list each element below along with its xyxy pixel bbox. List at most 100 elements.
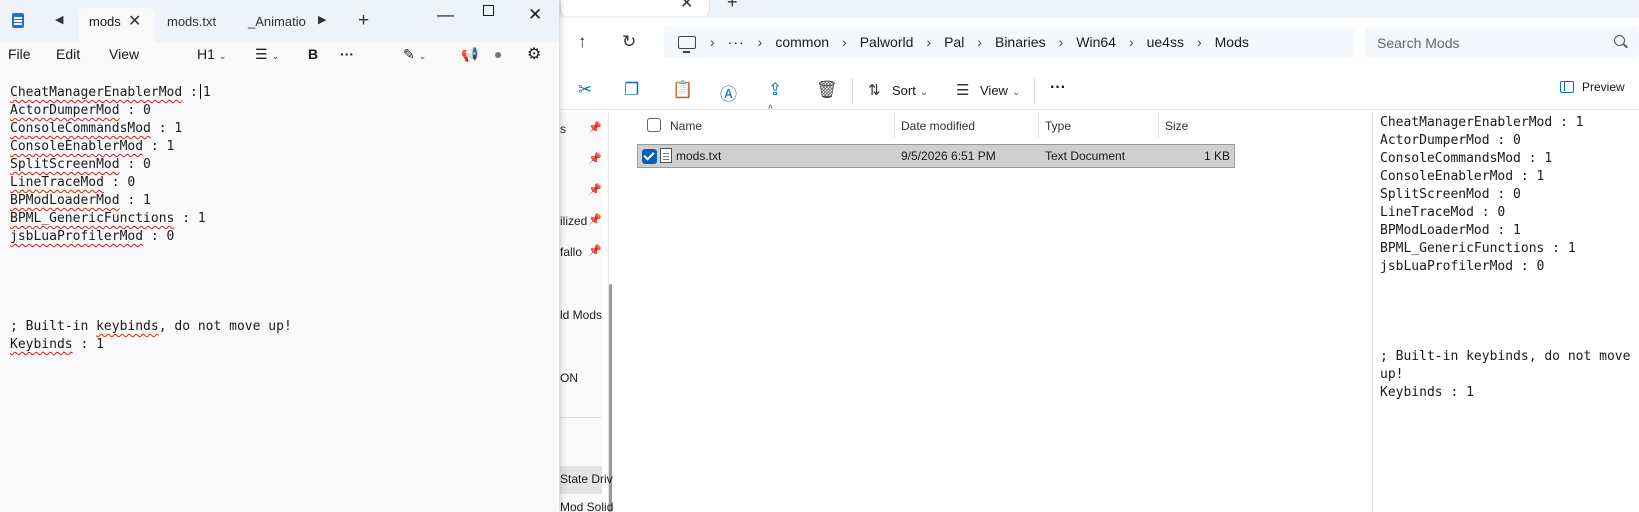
nav-item[interactable]: ld Mods xyxy=(560,308,602,322)
line-key: jsbLuaProfilerMod xyxy=(10,229,144,244)
file-size: 1 KB xyxy=(1203,149,1230,163)
pin-icon: 📌 xyxy=(588,184,602,196)
search-input[interactable]: Search Mods xyxy=(1365,26,1639,58)
chevron-down-icon: ⌄ xyxy=(919,87,929,98)
nav-item[interactable]: ON xyxy=(560,371,578,385)
select-all-checkbox[interactable] xyxy=(647,118,661,132)
preview-label: Preview xyxy=(1582,80,1625,94)
column-type[interactable]: Type xyxy=(1045,119,1071,133)
nav-item[interactable]: fallo xyxy=(560,245,582,259)
editor-line: Keybinds : 1 xyxy=(10,336,104,354)
maximize-button[interactable] xyxy=(483,5,494,16)
preview-content: CheatManagerEnablerMod : 1 ActorDumperMo… xyxy=(1380,115,1631,400)
tab-scroll-left-icon[interactable]: ◀ xyxy=(55,13,63,26)
breadcrumb-item-mods[interactable]: Mods xyxy=(1215,34,1249,50)
view-button[interactable]: View ⌄ xyxy=(980,83,1020,98)
new-tab-icon[interactable]: + xyxy=(358,10,369,32)
line-value: : 0 xyxy=(119,103,151,118)
explorer-new-tab-icon[interactable]: + xyxy=(727,0,738,13)
chevron-right-icon: › xyxy=(1058,34,1064,50)
tab-animation[interactable]: _Animation xyxy=(238,8,306,42)
chevron-right-icon: › xyxy=(757,34,763,50)
heading-dropdown[interactable]: H1 ⌄ xyxy=(197,46,226,62)
breadcrumb-item-palworld[interactable]: Palworld xyxy=(860,34,914,50)
explorer-tab-close-icon[interactable]: ✕ xyxy=(680,0,693,13)
breadcrumb-overflow[interactable]: ··· xyxy=(728,34,745,50)
breadcrumb-item-common[interactable]: common xyxy=(775,34,829,50)
column-date-modified[interactable]: Date modified xyxy=(901,119,975,133)
sort-icon[interactable]: ⇅ xyxy=(868,81,881,99)
tab-scroll-right-icon[interactable]: ▶ xyxy=(318,13,326,26)
chevron-right-icon: › xyxy=(1128,34,1134,50)
more-formatting-button[interactable]: ··· xyxy=(340,46,354,62)
account-icon[interactable]: ● xyxy=(494,46,502,62)
tab-mods-txt[interactable]: mods.txt xyxy=(157,8,237,42)
breadcrumb[interactable]: › ··· › common › Palworld › Pal › Binari… xyxy=(664,26,1354,58)
share-icon[interactable]: ⇪ xyxy=(768,80,782,100)
close-button[interactable]: ✕ xyxy=(528,5,542,25)
line-separator: : xyxy=(182,85,198,100)
nav-item[interactable]: State Driv xyxy=(560,472,613,486)
gear-icon[interactable]: ⚙ xyxy=(527,44,541,64)
more-options-button[interactable]: ··· xyxy=(1050,79,1066,97)
nav-item[interactable]: ilized xyxy=(560,214,587,228)
row-checkbox[interactable] xyxy=(642,149,657,164)
tab-close-icon[interactable]: ✕ xyxy=(128,11,141,31)
address-row: ↑ ↻ › ··· › common › Palworld › Pal › Bi… xyxy=(560,22,1639,62)
search-icon[interactable] xyxy=(1614,35,1625,46)
tab-mods[interactable]: mods xyxy=(79,8,155,42)
editor-line: ; Built-in keybinds, do not move up! xyxy=(10,318,292,336)
bold-button[interactable]: B xyxy=(308,46,318,62)
sort-label: Sort xyxy=(892,83,916,98)
text-cursor xyxy=(199,84,201,99)
view-icon[interactable]: ☰ xyxy=(956,81,969,99)
breadcrumb-item-pal[interactable]: Pal xyxy=(944,34,964,50)
notepad-editor[interactable]: CheatManagerEnablerMod :1 ActorDumperMod… xyxy=(0,70,559,512)
megaphone-icon[interactable]: 📢 xyxy=(461,46,478,63)
toolbar-divider xyxy=(1034,78,1035,104)
notepad-window: ◀ mods ✕ mods.txt _Animation ▶ + — ✕ Fil… xyxy=(0,0,559,512)
line-key: BPModLoaderMod xyxy=(10,193,120,208)
line-value: : 1 xyxy=(119,193,151,208)
column-divider[interactable] xyxy=(1038,114,1039,138)
pin-icon: 📌 xyxy=(588,153,602,165)
tab-label: _Animation xyxy=(248,14,306,29)
column-size[interactable]: Size xyxy=(1165,119,1188,133)
copy-icon[interactable]: ❐ xyxy=(624,80,639,100)
breadcrumb-item-win64[interactable]: Win64 xyxy=(1076,34,1116,50)
text-file-icon xyxy=(660,148,672,163)
sort-button[interactable]: Sort ⌄ xyxy=(892,83,928,98)
delete-icon[interactable]: 🗑 xyxy=(816,80,838,100)
cut-icon[interactable]: ✂ xyxy=(578,80,592,100)
line-value: : 0 xyxy=(143,229,175,244)
tab-label: mods xyxy=(89,14,121,29)
table-row[interactable]: mods.txt 9/5/2026 6:51 PM Text Document … xyxy=(637,144,1235,168)
preview-pane-icon xyxy=(1560,81,1574,93)
ai-rewrite-dropdown[interactable]: ✎ ⌄ xyxy=(403,46,426,63)
refresh-icon[interactable]: ↻ xyxy=(622,32,636,52)
column-divider[interactable] xyxy=(894,114,895,138)
notepad-menu-bar: File Edit View H1 ⌄ ☰ ⌄ B ··· ✎ ⌄ 📢 ● ⚙ xyxy=(0,42,559,70)
pin-icon: 📌 xyxy=(588,122,602,134)
line-value: : 0 xyxy=(103,175,136,190)
column-divider[interactable] xyxy=(1158,114,1159,138)
editor-line: ConsoleCommandsMod : 1 xyxy=(10,120,182,138)
up-arrow-icon[interactable]: ↑ xyxy=(578,32,587,52)
breadcrumb-item-ue4ss[interactable]: ue4ss xyxy=(1147,34,1184,50)
menu-file[interactable]: File xyxy=(8,46,31,62)
paste-icon[interactable]: 📋 xyxy=(672,80,693,100)
chevron-right-icon: › xyxy=(842,34,847,50)
list-dropdown[interactable]: ☰ ⌄ xyxy=(255,46,279,63)
column-name[interactable]: Name xyxy=(670,119,702,133)
chevron-right-icon: › xyxy=(710,34,715,50)
preview-button[interactable]: Preview xyxy=(1560,80,1625,94)
minimize-button[interactable]: — xyxy=(437,5,454,25)
this-pc-icon[interactable] xyxy=(678,35,696,53)
nav-item[interactable]: s xyxy=(560,122,566,136)
chevron-right-icon: › xyxy=(926,34,932,50)
menu-view[interactable]: View xyxy=(109,46,139,62)
nav-item[interactable]: Mod Solid xyxy=(560,500,613,512)
menu-edit[interactable]: Edit xyxy=(56,46,80,62)
breadcrumb-item-binaries[interactable]: Binaries xyxy=(995,34,1046,50)
rename-icon[interactable]: Ⓐ xyxy=(720,80,737,105)
